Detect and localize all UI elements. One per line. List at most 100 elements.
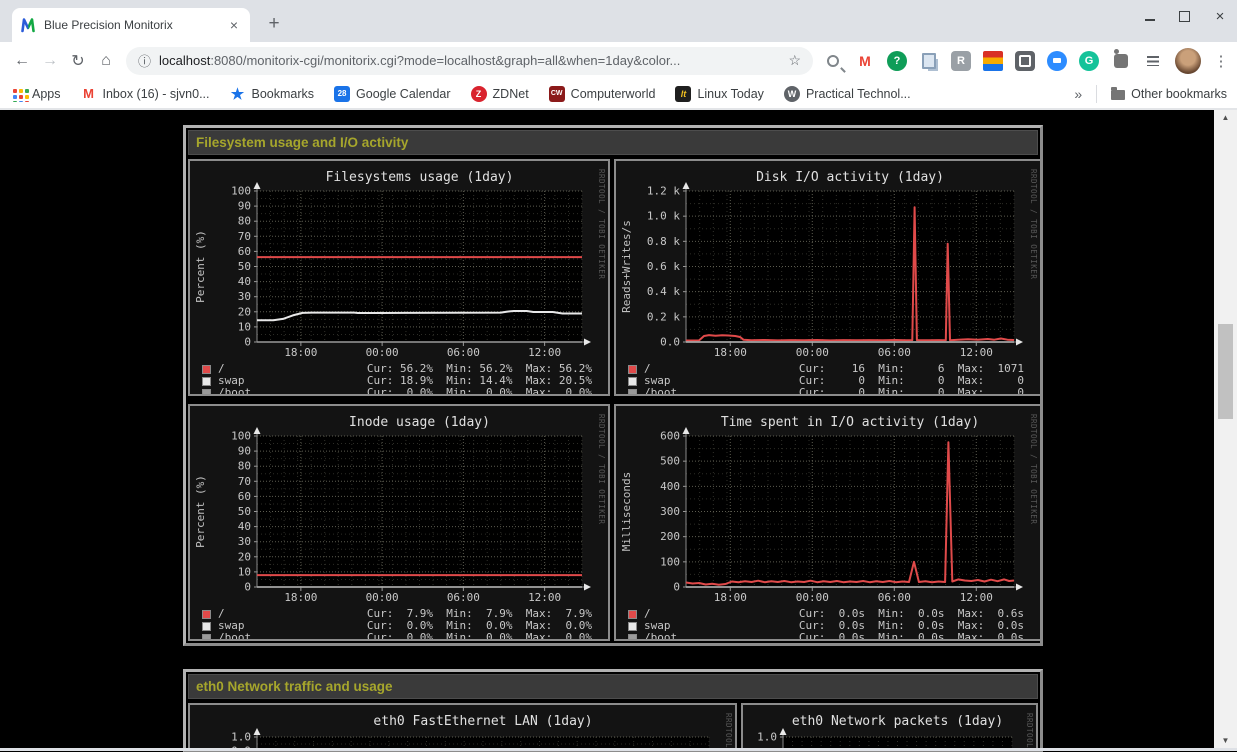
svg-text:0.0: 0.0	[660, 336, 680, 349]
bookmark-item-bookmarks[interactable]: ★ Bookmarks	[230, 86, 315, 102]
svg-text:RRDTOOL / TOBI OETIKER: RRDTOOL / TOBI OETIKER	[597, 169, 606, 279]
svg-text:100: 100	[231, 430, 251, 443]
bookmark-item-inbox-16-sjvn0[interactable]: MInbox (16) - sjvn0...	[81, 86, 210, 102]
chrome-menu-icon[interactable]: ⋮	[1213, 52, 1229, 70]
page-info-icon[interactable]: ⓘ	[138, 51, 151, 70]
other-bookmarks-button[interactable]: Other bookmarks	[1111, 87, 1227, 101]
svg-text:00:00: 00:00	[366, 591, 399, 603]
svg-text:50: 50	[238, 505, 251, 518]
tab-blue-precision-monitorix[interactable]: Blue Precision Monitorix ×	[12, 8, 250, 42]
svg-text:60: 60	[238, 490, 251, 503]
bookmarks-divider	[1096, 85, 1097, 103]
window-maximize-button[interactable]	[1179, 11, 1190, 22]
window-close-button[interactable]: ×	[1213, 9, 1227, 23]
scrollbar-down-arrow-icon[interactable]: ▼	[1214, 733, 1237, 748]
bookmarks-overflow-chevron[interactable]: »	[1074, 86, 1082, 102]
svg-text:90: 90	[238, 200, 251, 213]
svg-text:Disk I/O activity (1day): Disk I/O activity (1day)	[756, 170, 944, 185]
bookmarks-bar: Apps MInbox (16) - sjvn0... ★ Bookmarks 28Go…	[0, 79, 1237, 110]
svg-text:1.0: 1.0	[231, 731, 251, 744]
bookmark-item-apps[interactable]: Apps	[10, 86, 61, 102]
r-extension-icon[interactable]: R	[951, 51, 971, 71]
tab-title: Blue Precision Monitorix	[44, 18, 226, 32]
svg-text:eth0 FastEthernet LAN (1day): eth0 FastEthernet LAN (1day)	[373, 714, 592, 729]
window-minimize-button[interactable]	[1145, 12, 1155, 21]
url-host: localhost	[159, 53, 210, 68]
section-title: eth0 Network traffic and usage	[189, 679, 393, 694]
url-text[interactable]: localhost:8080/monitorix-cgi/monitorix.c…	[159, 53, 780, 68]
legend-row: /bootCur: 0.0% Min: 0.0% Max: 0.0%	[202, 387, 608, 396]
bookmark-label: ZDNet	[493, 87, 529, 101]
google-calendar-icon: 28	[334, 86, 350, 102]
bookmark-label: Linux Today	[697, 87, 764, 101]
browser-window: Blue Precision Monitorix × + × ← → ↻ ⌂ ⓘ…	[0, 0, 1237, 751]
zdnet-icon: Z	[471, 86, 487, 102]
extensions-puzzle-icon[interactable]	[1111, 51, 1131, 71]
bookmark-item-linux-today[interactable]: lt Linux Today	[675, 86, 764, 102]
star-icon: ★	[230, 86, 246, 102]
chart-disk-io-activity[interactable]: 0.00.2 k0.4 k0.6 k0.8 k1.0 k1.2 k18:0000…	[614, 159, 1042, 396]
svg-text:300: 300	[660, 505, 680, 518]
legend-swatch-icon	[202, 610, 211, 619]
svg-text:1.2 k: 1.2 k	[647, 185, 680, 198]
books-extension-icon[interactable]	[983, 51, 1003, 71]
folder-icon	[1111, 90, 1125, 100]
svg-text:10: 10	[238, 320, 251, 333]
bookmark-item-zdnet[interactable]: Z ZDNet	[471, 86, 529, 102]
bookmark-item-google-calendar[interactable]: 28Google Calendar	[334, 86, 451, 102]
url-path: :8080/monitorix-cgi/monitorix.cgi?mode=l…	[210, 53, 680, 68]
apps-grid-icon	[10, 86, 26, 102]
linux-today-icon: lt	[675, 86, 691, 102]
page-content: Filesystem usage and I/O activity 010203…	[0, 110, 1237, 751]
phone-extension-icon[interactable]: ?	[887, 51, 907, 71]
scrollbar-thumb[interactable]	[1218, 324, 1233, 419]
home-button[interactable]: ⌂	[92, 47, 120, 75]
chart-time-spent-io[interactable]: 010020030040050060018:0000:0006:0012:00T…	[614, 404, 1042, 641]
forward-button[interactable]: →	[36, 47, 64, 75]
svg-text:RRDTOOL / TOBI OETIKER: RRDTOOL / TOBI OETIKER	[1029, 169, 1038, 279]
svg-text:500: 500	[660, 455, 680, 468]
vertical-scrollbar[interactable]: ▲ ▼	[1214, 110, 1237, 748]
wordpress-icon: W	[784, 86, 800, 102]
svg-text:Time spent in I/O activity (1: Time spent in I/O activity (1day)	[721, 415, 979, 430]
scrollbar-up-arrow-icon[interactable]: ▲	[1214, 110, 1237, 125]
svg-text:20: 20	[238, 305, 251, 318]
chart-inode-usage[interactable]: 010203040506070809010018:0000:0006:0012:…	[188, 404, 610, 641]
bookmark-label: Bookmarks	[252, 87, 315, 101]
copy-pages-extension-icon[interactable]	[919, 51, 939, 71]
monitorix-report: Filesystem usage and I/O activity 010203…	[183, 125, 1043, 752]
legend-swatch-icon	[628, 365, 637, 374]
gray-app-extension-icon[interactable]	[1015, 51, 1035, 71]
reload-button[interactable]: ↻	[64, 47, 92, 75]
legend-row: /bootCur: 0.0s Min: 0.0s Max: 0.0s	[628, 632, 1040, 641]
legend-series-name: /boot	[218, 632, 251, 641]
svg-text:00:00: 00:00	[796, 591, 829, 603]
search-extension-icon[interactable]	[823, 51, 843, 71]
monitorix-favicon	[20, 17, 36, 33]
svg-text:200: 200	[660, 530, 680, 543]
zoom-extension-icon[interactable]	[1047, 51, 1067, 71]
back-button[interactable]: ←	[8, 47, 36, 75]
gmail-extension-icon[interactable]: M	[855, 51, 875, 71]
tab-close-icon[interactable]: ×	[226, 17, 242, 33]
grammarly-extension-icon[interactable]: G	[1079, 51, 1099, 71]
profile-avatar[interactable]	[1175, 48, 1201, 74]
new-tab-button[interactable]: +	[260, 10, 288, 38]
svg-text:eth0 Network packets (1day): eth0 Network packets (1day)	[792, 714, 1003, 729]
media-list-extension-icon[interactable]	[1143, 51, 1163, 71]
bookmark-item-practical-technol[interactable]: WPractical Technol...	[784, 86, 911, 102]
svg-text:0.2 k: 0.2 k	[647, 310, 680, 323]
address-bar[interactable]: ⓘ localhost:8080/monitorix-cgi/monitorix…	[126, 47, 813, 75]
chart-grid: 010203040506070809010018:0000:0006:0012:…	[186, 157, 1040, 643]
bookmark-star-icon[interactable]: ☆	[788, 52, 801, 69]
chart-eth0-traffic[interactable]: 0.91.0eth0 FastEthernet LAN (1day)RRDTOO…	[188, 703, 737, 752]
bookmark-item-computerworld[interactable]: CWComputerworld	[549, 86, 656, 102]
browser-toolbar: ← → ↻ ⌂ ⓘ localhost:8080/monitorix-cgi/m…	[0, 42, 1237, 79]
svg-text:90: 90	[238, 445, 251, 458]
chart-filesystems-usage[interactable]: 010203040506070809010018:0000:0006:0012:…	[188, 159, 610, 396]
legend-swatch-icon	[202, 634, 211, 642]
legend-stats: Cur: 0.0s Min: 0.0s Max: 0.0s	[799, 632, 1024, 641]
chart-eth0-packets[interactable]: 1.0eth0 Network packets (1day)Packets/sR…	[741, 703, 1038, 752]
svg-text:18:00: 18:00	[714, 591, 747, 603]
svg-text:20: 20	[238, 550, 251, 563]
